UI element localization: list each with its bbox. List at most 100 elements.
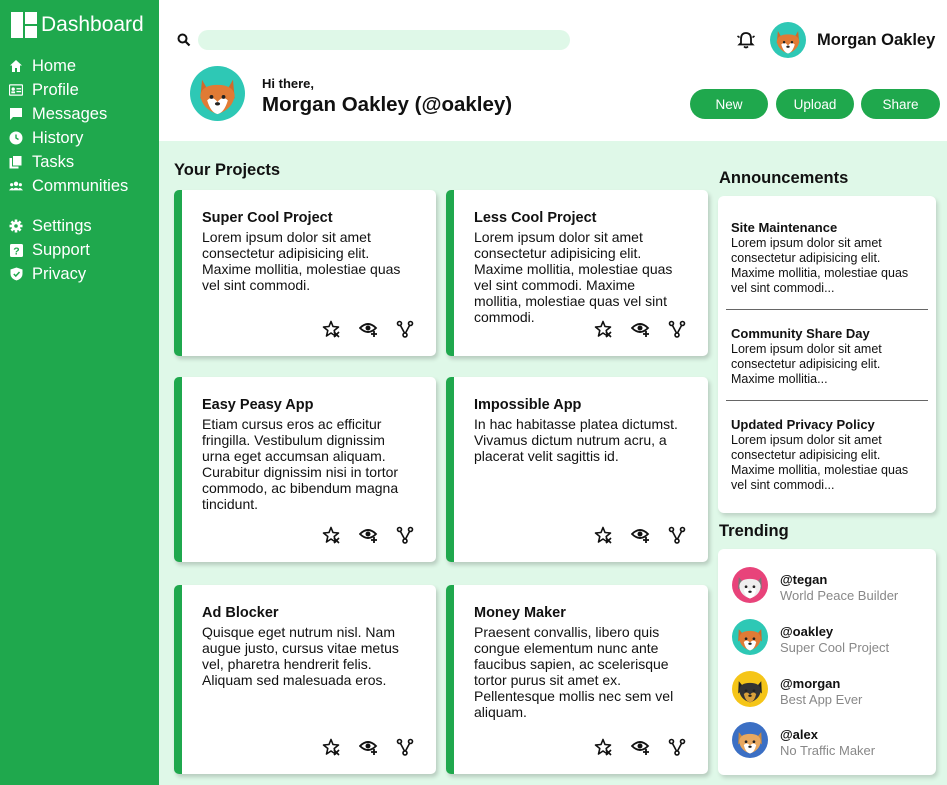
new-button[interactable]: New [690,89,768,119]
project-description: Praesent convallis, libero quis congue e… [474,624,674,720]
watch-add-icon[interactable] [630,738,650,756]
home-icon [9,59,23,73]
project-title: Less Cool Project [474,210,597,226]
avatar [732,619,768,660]
dashboard-logo-icon [11,12,37,38]
project-card[interactable]: Ad Blocker Quisque eget nutrum nisl. Nam … [174,585,436,774]
trending-text: @tegan World Peace Builder [780,572,898,603]
announcement-title: Community Share Day [731,326,870,341]
trending-item[interactable]: @tegan World Peace Builder [732,567,898,608]
search-bar [176,30,570,50]
trending-item[interactable]: @oakley Super Cool Project [732,619,889,660]
trending-subtitle: No Traffic Maker [780,743,876,758]
sidebar-item-label: Privacy [32,264,87,283]
star-remove-icon[interactable] [594,526,612,544]
upload-button[interactable]: Upload [776,89,854,119]
sidebar-item-profile[interactable]: Profile [0,78,159,102]
project-description: Etiam cursus eros ac efficitur fringilla… [202,416,399,512]
divider [726,309,928,310]
watch-add-icon[interactable] [630,526,650,544]
project-description: Lorem ipsum dolor sit amet consectetur a… [202,229,401,293]
fork-icon[interactable] [396,738,414,756]
sidebar-item-support[interactable]: ? Support [0,238,159,262]
header: Morgan Oakley Hi there, Morgan Oakley (@… [159,0,947,141]
trending-handle: @alex [780,727,818,742]
fork-icon[interactable] [396,526,414,544]
sidebar-item-label: History [32,128,84,147]
announcement-item[interactable]: Community Share Day Lorem ipsum dolor si… [731,326,921,387]
sidebar-item-tasks[interactable]: Tasks [0,150,159,174]
search-input[interactable] [198,30,570,50]
divider [726,400,928,401]
sidebar-item-messages[interactable]: Messages [0,102,159,126]
project-description: Lorem ipsum dolor sit amet consectetur a… [474,229,673,325]
project-title: Money Maker [474,605,566,621]
project-card[interactable]: Easy Peasy App Etiam cursus eros ac effic… [174,377,436,562]
project-card[interactable]: Money Maker Praesent convallis, libero qu… [446,585,708,774]
sidebar-item-label: Tasks [32,152,75,171]
user-name: Morgan Oakley [817,30,936,49]
watch-add-icon[interactable] [358,320,378,338]
project-actions [594,738,686,756]
trending-subtitle: Best App Ever [780,692,863,707]
sidebar-item-label: Profile [32,80,79,99]
search-icon[interactable] [176,32,192,48]
sidebar-item-label: Support [32,240,90,259]
sidebar-item-history[interactable]: History [0,126,159,150]
star-remove-icon[interactable] [322,320,340,338]
trending-text: @alex No Traffic Maker [780,727,875,758]
sidebar-item-label: Home [32,56,77,75]
fork-icon[interactable] [668,526,686,544]
bell-icon[interactable] [736,30,756,50]
trending-subtitle: World Peace Builder [780,588,899,603]
watch-add-icon[interactable] [358,526,378,544]
sidebar-nav: Home Profile Messages History Tasks Comm… [0,54,159,286]
sidebar-item-home[interactable]: Home [0,54,159,78]
project-card[interactable]: Impossible App In hac habitasse platea di… [446,377,708,562]
project-title: Easy Peasy App [202,397,314,413]
chat-icon [9,107,23,121]
announcements-panel: Site Maintenance Lorem ipsum dolor sit a… [718,196,936,513]
trending-item[interactable]: @alex No Traffic Maker [732,722,875,763]
project-actions [322,320,414,338]
user-menu[interactable]: Morgan Oakley [770,22,935,58]
announcement-item[interactable]: Updated Privacy Policy Lorem ipsum dolor… [731,417,921,493]
share-button[interactable]: Share [861,89,940,119]
trending-text: @morgan Best App Ever [780,676,862,707]
project-title: Impossible App [474,397,582,413]
fork-icon[interactable] [396,320,414,338]
project-card[interactable]: Less Cool Project Lorem ipsum dolor sit a… [446,190,708,356]
star-remove-icon[interactable] [594,320,612,338]
sidebar-item-settings[interactable]: Settings [0,214,159,238]
project-card[interactable]: Super Cool Project Lorem ipsum dolor sit … [174,190,436,356]
shield-icon [9,267,23,281]
projects-title: Your Projects [174,161,281,179]
watch-add-icon[interactable] [358,738,378,756]
fork-icon[interactable] [668,738,686,756]
avatar [732,671,768,712]
project-actions [594,526,686,544]
project-description: Quisque eget nutrum nisl. Nam augue just… [202,624,399,688]
trending-item[interactable]: @morgan Best App Ever [732,671,862,712]
project-actions [322,738,414,756]
profile-avatar[interactable] [190,66,245,126]
announcement-title: Site Maintenance [731,220,838,235]
project-title: Ad Blocker [202,605,279,621]
sidebar-item-communities[interactable]: Communities [0,174,159,198]
project-actions [322,526,414,544]
announcement-body: Lorem ipsum dolor sit amet consectetur a… [731,433,909,492]
brand[interactable]: Dashboard [0,0,159,50]
announcement-item[interactable]: Site Maintenance Lorem ipsum dolor sit a… [731,220,921,296]
watch-add-icon[interactable] [630,320,650,338]
fork-icon[interactable] [668,320,686,338]
star-remove-icon[interactable] [322,738,340,756]
sidebar-item-privacy[interactable]: Privacy [0,262,159,286]
nav-spacer [0,198,159,214]
gear-icon [9,219,23,233]
trending-subtitle: Super Cool Project [780,640,890,655]
announcements-title: Announcements [719,169,849,187]
star-remove-icon[interactable] [594,738,612,756]
trending-panel: @tegan World Peace Builder @oakley Super Co… [718,549,936,775]
star-remove-icon[interactable] [322,526,340,544]
trending-title: Trending [719,522,789,540]
